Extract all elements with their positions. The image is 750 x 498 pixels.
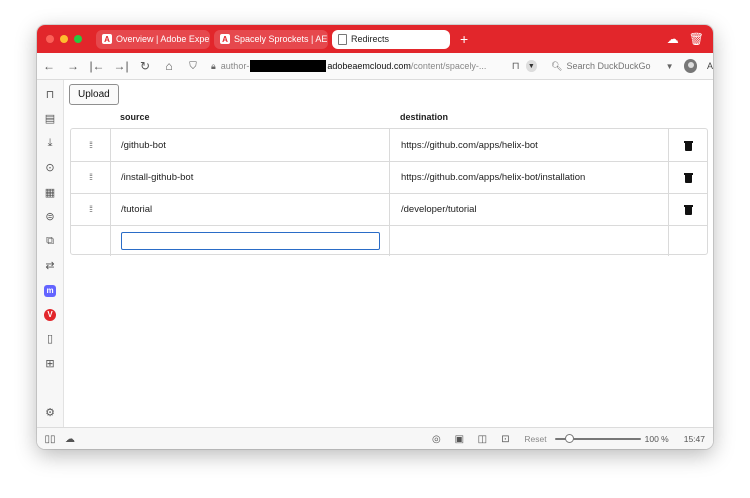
document-icon	[338, 33, 347, 45]
trash-icon	[684, 172, 693, 183]
delete-row-button[interactable]	[670, 129, 707, 161]
sync-cloud-icon[interactable]: ☁	[63, 434, 77, 445]
new-source-input[interactable]	[121, 231, 380, 250]
delete-row-button[interactable]	[670, 193, 707, 225]
destination-cell[interactable]	[391, 225, 669, 256]
tab-label: Redirects	[351, 34, 390, 44]
source-cell[interactable]: /tutorial	[111, 193, 390, 225]
new-tab-button[interactable]: +	[460, 31, 468, 47]
zoom-slider[interactable]	[554, 434, 641, 444]
settings-icon[interactable]: ⚙	[44, 407, 56, 419]
translate-icon[interactable]: ⧉	[44, 235, 56, 247]
page-actions-icon[interactable]: ◫	[475, 434, 489, 445]
back-icon[interactable]: ←	[37, 59, 61, 73]
page-content: Upload source destination ⁞⁞ /github-bot…	[64, 80, 713, 427]
empty-handle-cell	[71, 225, 111, 256]
chevron-down-icon[interactable]: ▼	[666, 62, 674, 71]
panel-toggle-icon[interactable]: ▯▯	[43, 434, 57, 445]
trash-icon	[684, 204, 693, 215]
side-panel: ⊓ ▤ ⤓ ⊙ ▦ ⊜ ⧉ ⇄ m V ▯ ⊞ ⚙	[37, 80, 64, 427]
address-bar[interactable]: 🔒︎ author- adobeaemcloud.com /content/sp…	[211, 57, 508, 75]
trash-tab-icon[interactable]: 🗑	[689, 32, 704, 46]
reader-view-button[interactable]: A	[707, 61, 713, 71]
rewind-icon[interactable]: |←	[85, 59, 109, 73]
drag-handle-icon[interactable]: ⁞⁞	[71, 193, 111, 225]
tab-label: Overview | Adobe Experie	[116, 34, 210, 44]
minimize-window-button[interactable]	[60, 35, 68, 43]
zoom-slider-handle[interactable]	[564, 434, 574, 443]
adobe-icon: A	[102, 34, 112, 44]
calendar-icon[interactable]: ▦	[44, 187, 56, 199]
trash-icon	[684, 140, 693, 151]
search-input[interactable]	[562, 61, 657, 71]
shield-icon[interactable]: ⛉	[181, 61, 205, 72]
source-cell	[111, 225, 390, 256]
tab-label: Spacely Sprockets | AEM S	[234, 34, 328, 44]
drag-handle-icon[interactable]: ⁞⁞	[71, 129, 111, 161]
profile-avatar[interactable]	[683, 59, 697, 73]
table-row: ⁞⁞ /install-github-bot https://github.co…	[71, 161, 707, 194]
close-window-button[interactable]	[46, 35, 54, 43]
delete-row-button[interactable]	[670, 161, 707, 193]
tab-bar: A Overview | Adobe Experie A Spacely Spr…	[37, 25, 713, 53]
address-path: /content/spacely-...	[410, 61, 487, 71]
destination-cell[interactable]: /developer/tutorial	[391, 193, 669, 225]
redirects-table: ⁞⁞ /github-bot https://github.com/apps/h…	[70, 128, 708, 256]
reading-list-icon[interactable]: ▤	[44, 113, 56, 125]
drag-handle-icon[interactable]: ⁞⁞	[71, 161, 111, 193]
destination-cell[interactable]: https://github.com/apps/helix-bot	[391, 129, 669, 161]
address-toolbar: ← → |← →| ↻ ⌂ ⛉ 🔒︎ author- adobeaemcloud…	[37, 53, 713, 80]
destination-cell[interactable]: https://github.com/apps/helix-bot/instal…	[391, 161, 669, 193]
redacted-block	[250, 60, 327, 72]
home-icon[interactable]: ⌂	[157, 59, 181, 73]
fast-forward-icon[interactable]: →|	[109, 59, 133, 73]
add-panel-icon[interactable]: ⊞	[44, 358, 56, 370]
cloud-icon[interactable]: ☁	[667, 32, 679, 46]
zoom-reset-button[interactable]: Reset	[524, 434, 546, 444]
adobe-icon: A	[220, 34, 230, 44]
source-column-header: source	[120, 112, 150, 122]
tiling-icon[interactable]: ▣	[452, 434, 466, 445]
address-prefix: author-	[220, 61, 250, 71]
mail-icon[interactable]: ⊜	[44, 211, 56, 223]
notes-icon[interactable]: ▯	[44, 333, 56, 345]
window-controls	[46, 35, 82, 43]
table-row: ⁞⁞ /github-bot https://github.com/apps/h…	[71, 129, 707, 162]
reload-icon[interactable]: ↻	[133, 59, 157, 73]
forward-icon[interactable]: →	[61, 59, 85, 73]
source-cell[interactable]: /install-github-bot	[111, 161, 390, 193]
images-icon[interactable]: ⊡	[498, 434, 512, 445]
tab-overview[interactable]: A Overview | Adobe Experie	[96, 29, 210, 49]
address-dropdown-icon[interactable]: ▼	[525, 60, 538, 72]
downloads-icon[interactable]: ⤓	[44, 137, 56, 149]
search-icon: 🔍︎	[551, 60, 563, 71]
bookmark-icon[interactable]: ⊓	[512, 61, 520, 72]
browser-window: A Overview | Adobe Experie A Spacely Spr…	[37, 25, 713, 449]
lock-icon: 🔒︎	[211, 60, 216, 71]
source-cell[interactable]: /github-bot	[111, 129, 390, 161]
new-redirect-row	[71, 225, 707, 256]
bookmarks-icon[interactable]: ⊓	[44, 89, 56, 101]
destination-column-header: destination	[400, 112, 449, 122]
upload-button[interactable]: Upload	[69, 84, 119, 105]
sync-icon[interactable]: ⇄	[44, 260, 56, 272]
zoom-level: 100 %	[644, 434, 669, 444]
mastodon-icon[interactable]: m	[44, 285, 56, 297]
search-field[interactable]: 🔍︎ ▼	[551, 57, 674, 75]
status-bar: ▯▯ ☁ ◎ ▣ ◫ ⊡ Reset 100 % 15:47	[37, 427, 713, 449]
table-row: ⁞⁞ /tutorial /developer/tutorial	[71, 193, 707, 226]
tab-redirects[interactable]: Redirects	[332, 29, 450, 49]
history-icon[interactable]: ⊙	[44, 162, 56, 174]
vivaldi-icon[interactable]: V	[44, 309, 56, 321]
empty-delete-cell	[670, 225, 707, 256]
maximize-window-button[interactable]	[74, 35, 82, 43]
tab-spacely-sprockets[interactable]: A Spacely Sprockets | AEM S	[214, 29, 328, 49]
clock: 15:47	[683, 434, 705, 444]
address-host: adobeaemcloud.com	[327, 61, 411, 71]
capture-icon[interactable]: ◎	[429, 434, 443, 445]
